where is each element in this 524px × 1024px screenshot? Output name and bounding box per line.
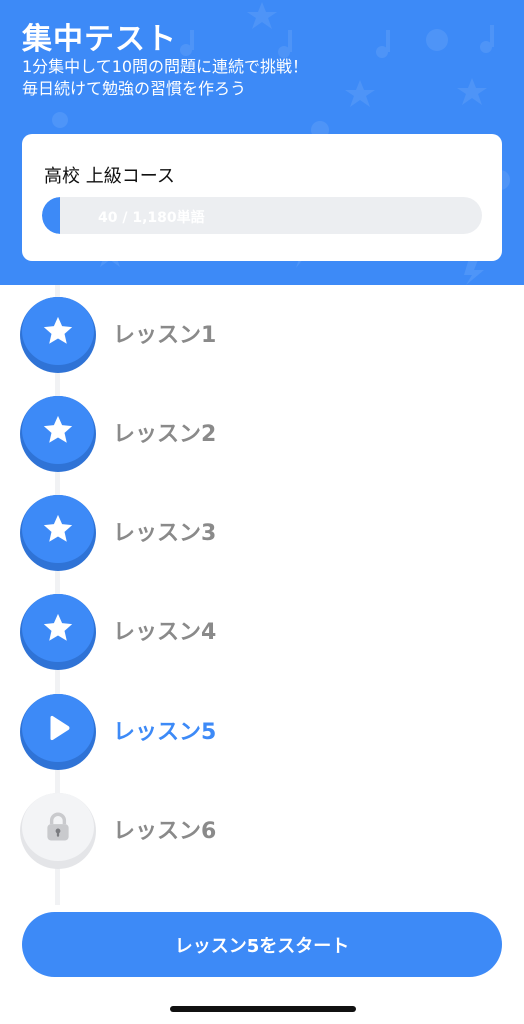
- lock-icon: [22, 793, 94, 861]
- lesson-item-2[interactable]: レッスン2: [20, 396, 500, 472]
- lesson-label: レッスン3: [113, 521, 217, 546]
- lesson-badge: [20, 594, 96, 670]
- lesson-label: レッスン5: [113, 720, 217, 745]
- lesson-item-1[interactable]: レッスン1: [20, 297, 500, 373]
- page-subtitle: 1分集中して10問の問題に連続で挑戦！ 毎日続けて勉強の習慣を作ろう: [22, 56, 308, 100]
- star-icon: [22, 594, 94, 662]
- course-name: 高校 上級コース: [44, 166, 175, 187]
- progress-bar: 40 / 1,180単語: [42, 197, 482, 234]
- lesson-badge: [20, 495, 96, 571]
- lesson-badge: [20, 297, 96, 373]
- lesson-label: レッスン2: [113, 422, 217, 447]
- header-banner: 集中テスト 1分集中して10問の問題に連続で挑戦！ 毎日続けて勉強の習慣を作ろう…: [0, 0, 524, 285]
- progress-text: 40 / 1,180単語: [98, 210, 205, 226]
- course-card[interactable]: 高校 上級コース 40 / 1,180単語: [22, 134, 502, 261]
- lesson-label: レッスン1: [113, 323, 217, 348]
- lesson-label: レッスン4: [113, 620, 217, 645]
- home-indicator[interactable]: [170, 1006, 356, 1012]
- subtitle-line-1: 1分集中して10問の問題に連続で挑戦！: [22, 57, 309, 76]
- star-icon: [22, 297, 94, 365]
- page-title: 集中テスト: [22, 22, 177, 57]
- star-icon: [22, 396, 94, 464]
- play-icon: [22, 694, 94, 762]
- lesson-item-5[interactable]: レッスン5: [20, 694, 500, 770]
- lesson-badge: [20, 694, 96, 770]
- lesson-badge: [20, 793, 96, 869]
- lesson-label: レッスン6: [113, 819, 217, 844]
- subtitle-line-2: 毎日続けて勉強の習慣を作ろう: [22, 79, 247, 98]
- star-icon: [22, 495, 94, 563]
- start-lesson-button[interactable]: レッスン5をスタート: [22, 912, 502, 977]
- lesson-item-6: レッスン6: [20, 793, 500, 869]
- lesson-item-4[interactable]: レッスン4: [20, 594, 500, 670]
- progress-fill: [42, 197, 60, 234]
- lesson-item-3[interactable]: レッスン3: [20, 495, 500, 571]
- lesson-badge: [20, 396, 96, 472]
